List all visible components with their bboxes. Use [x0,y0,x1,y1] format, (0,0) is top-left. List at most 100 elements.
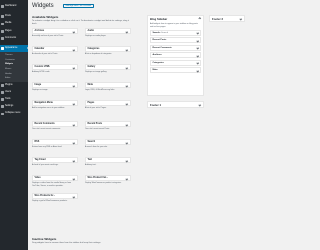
chevron-down-icon[interactable] [126,123,129,127]
sidebar-item-label: Posts [5,15,11,18]
sidebar-item-label: Media [5,22,12,25]
widget-title-bar[interactable]: Navigation Menu [32,100,78,107]
footer2-header[interactable]: Footer 2 [210,16,244,23]
widget-name: RSS [34,141,40,143]
inactive-widgets-title: Inactive Widgets [32,237,57,241]
available-widget[interactable]: Custom HTML Arbitrary HTML code. [32,64,78,74]
sidebar-item-settings[interactable]: Settings [0,103,28,110]
chevron-down-icon[interactable] [73,48,76,52]
footer1-header[interactable]: Footer 1 [148,102,203,109]
chevron-down-icon[interactable] [126,102,129,106]
available-widget[interactable]: Woo Products Gr... Display a grid of WooC… [32,193,78,203]
sidebar-item-media[interactable]: Media [0,20,28,27]
available-widget[interactable]: Categories A list or dropdown of categori… [85,46,131,56]
available-widget[interactable]: Video Displays a video from the media lib… [32,175,78,187]
chevron-down-icon[interactable] [196,69,199,72]
blog-sidebar-widget-list: Search: Search Recent Posts Recent Comment… [148,29,203,73]
chevron-down-icon[interactable] [196,39,199,42]
chevron-up-icon[interactable] [198,17,201,21]
chevron-down-icon[interactable] [126,177,129,181]
chevron-down-icon[interactable] [126,159,129,163]
chevron-down-icon[interactable] [73,141,76,145]
widget-title-bar[interactable]: Recent Comments [32,121,78,128]
available-widget[interactable]: Image Displays an image. [32,82,78,92]
chevron-down-icon[interactable] [126,84,129,88]
widget-title-bar[interactable]: Gallery [85,64,131,71]
sidebar-widget[interactable]: Recent Comments [150,44,201,51]
widget-title-bar[interactable]: Woo Products Gr... [32,193,78,200]
chevron-down-icon[interactable] [126,66,129,70]
chevron-down-icon[interactable] [73,159,76,163]
sidebar-widget[interactable]: Archives [150,52,201,58]
widget-title-bar[interactable]: Video [32,175,78,182]
chevron-down-icon[interactable] [198,103,201,106]
widget-title-bar[interactable]: Tag Cloud [32,157,78,164]
available-widget[interactable]: Recent Posts Your site's most recent Post… [85,121,131,131]
chevron-down-icon[interactable] [196,47,199,50]
sidebar-widget[interactable]: Meta [150,67,201,73]
available-widget[interactable]: Search A search form for your site. [85,139,131,149]
sidebar-item-users[interactable]: Users [0,89,28,96]
sidebar-widget[interactable]: Recent Posts [150,37,201,43]
chevron-down-icon[interactable] [73,195,76,199]
chevron-down-icon[interactable] [73,66,76,70]
sidebar-item-tools[interactable]: Tools [0,96,28,103]
sidebar-widget[interactable]: Categories [150,59,201,66]
widget-title-bar[interactable]: Text [85,157,131,164]
widget-title-bar[interactable]: Search [85,139,131,146]
widget-title-bar[interactable]: Audio [85,28,131,35]
widget-title-bar[interactable]: RSS [32,139,78,146]
available-widget[interactable]: Recent Comments Your site's most recent c… [32,121,78,131]
available-widget[interactable]: Woo Product Cat... Display WooCommerce pr… [85,175,131,185]
widget-description: Display a grid of WooCommerce products. [32,200,68,203]
sidebar-widget-name: Recent Comments [152,46,172,49]
available-widget[interactable]: Text Arbitrary text. [85,157,131,167]
sidebar-item-pages[interactable]: Pages [0,28,28,35]
widget-title-bar[interactable]: Pages [85,100,131,107]
sidebar-item-dashboard[interactable]: Dashboard [0,3,28,10]
sidebar-item-collapse[interactable]: Collapse menu [0,110,28,117]
chevron-down-icon[interactable] [73,30,76,34]
widget-name: Custom HTML [34,66,51,68]
chevron-down-icon[interactable] [73,102,76,106]
available-widget[interactable]: Calendar A calendar of your site's Posts. [32,46,78,56]
blog-sidebar-header[interactable]: Blog Sidebar [148,16,203,23]
available-widget[interactable]: Meta Login, RSS, & WordPress.org links. [85,82,131,92]
manage-live-preview-button[interactable]: Manage with Live Preview [63,4,94,9]
widget-title-bar[interactable]: Categories [85,46,131,53]
widget-title-bar[interactable]: Calendar [32,46,78,53]
sidebar-item-appearance[interactable]: Appearance [0,44,28,53]
chevron-down-icon[interactable] [239,17,242,20]
sidebar-item-label: Settings [5,105,14,108]
chevron-down-icon[interactable] [196,32,199,35]
widget-title-bar[interactable]: Recent Posts [85,121,131,128]
sidebar-item-comments[interactable]: Comments [0,35,28,42]
chevron-down-icon[interactable] [126,30,129,34]
chevron-down-icon[interactable] [126,141,129,145]
available-widget[interactable]: Navigation Menu Add a navigation menu to … [32,100,78,110]
widget-description: Displays a video from the media library … [32,182,72,187]
chevron-down-icon[interactable] [126,48,129,52]
chevron-down-icon[interactable] [73,123,76,127]
available-widget[interactable]: Archives A monthly archive of your site's… [32,28,78,38]
widget-name: Categories [87,48,100,50]
sidebar-item-posts[interactable]: Posts [0,13,28,20]
available-widget[interactable]: Tag Cloud A cloud of your most used tags. [32,157,78,167]
chevron-down-icon[interactable] [196,62,199,65]
chevron-down-icon[interactable] [73,84,76,88]
submenu-item-editor[interactable]: Editor [0,76,28,81]
available-widget[interactable]: Pages A list of your site's Pages. [85,100,131,110]
widget-title-bar[interactable]: Woo Product Cat... [85,175,131,182]
sidebar-widget[interactable]: Search: Search [150,29,201,36]
sidebar-item-plugins[interactable]: Plugins [0,82,28,89]
sidebar-item-label: Tools [5,98,11,101]
widget-title-bar[interactable]: Custom HTML [32,64,78,71]
chevron-down-icon[interactable] [73,177,76,181]
widget-title-bar[interactable]: Meta [85,82,131,89]
widget-title-bar[interactable]: Image [32,82,78,89]
widget-title-bar[interactable]: Archives [32,28,78,35]
chevron-down-icon[interactable] [196,54,199,57]
available-widget[interactable]: Gallery Displays an image gallery. [85,64,131,74]
available-widget[interactable]: RSS Entries from any RSS or Atom feed. [32,139,78,149]
available-widget[interactable]: Audio Displays an audio player. [85,28,131,38]
